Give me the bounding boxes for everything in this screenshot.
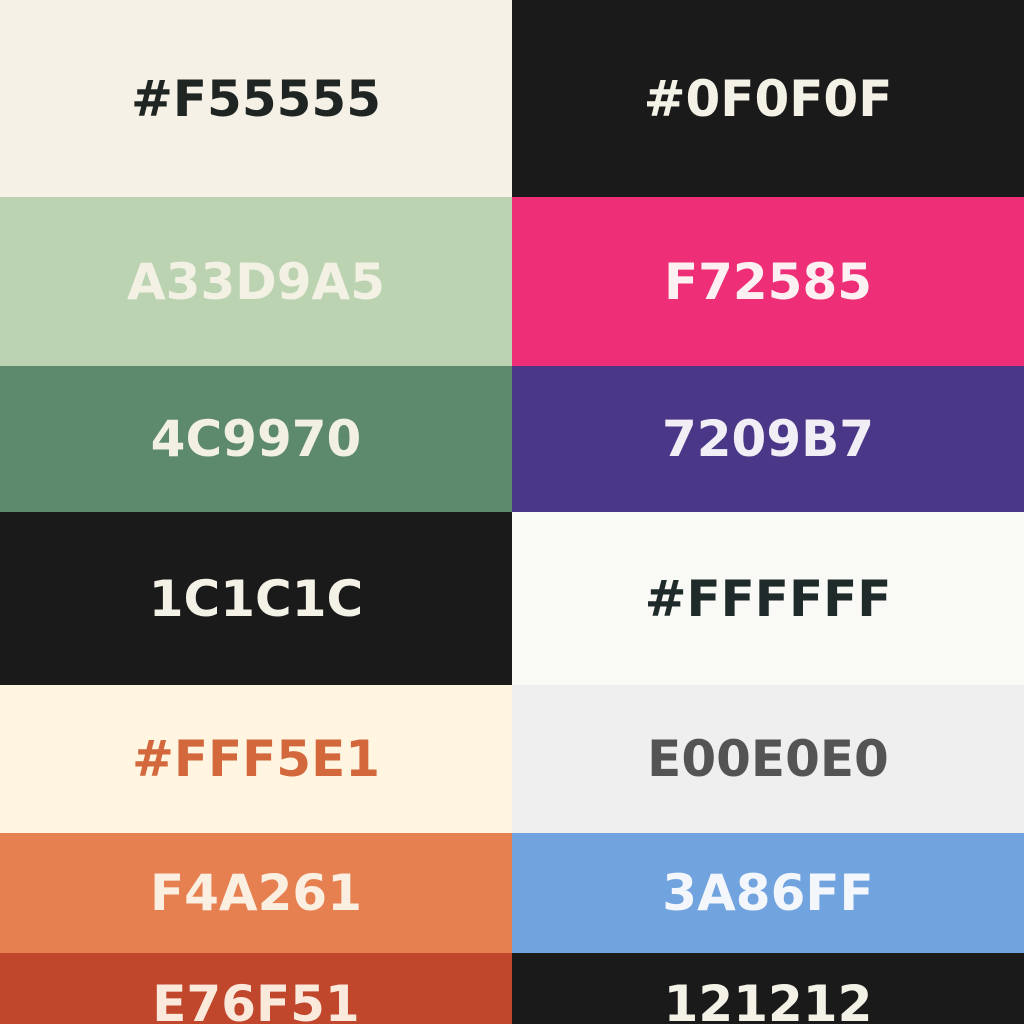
swatch-right-7: 121212 <box>512 953 1024 1024</box>
swatch-left-1: #F55555 <box>0 0 512 197</box>
swatch-left-7: E76F51 <box>0 953 512 1024</box>
swatch-hex-label: 121212 <box>663 975 873 1024</box>
swatch-hex-label: F4A261 <box>149 864 362 922</box>
swatch-right-6: 3A86FF <box>512 833 1024 953</box>
swatch-hex-label: #F55555 <box>131 69 381 128</box>
swatch-hex-label: 3A86FF <box>662 864 874 922</box>
swatch-hex-label: 1C1C1C <box>148 569 364 628</box>
swatch-hex-label: E00E0E0 <box>647 730 889 788</box>
color-palette: #F55555 A33D9A5 4C9970 1C1C1C #FFF5E1 F4… <box>0 0 1024 1024</box>
swatch-left-6: F4A261 <box>0 833 512 953</box>
swatch-hex-label: #0F0F0F <box>643 69 893 128</box>
swatch-left-2: A33D9A5 <box>0 197 512 366</box>
swatch-right-1: #0F0F0F <box>512 0 1024 197</box>
swatch-right-3: 7209B7 <box>512 366 1024 512</box>
swatch-hex-label: #FFF5E1 <box>131 730 381 788</box>
swatch-left-3: 4C9970 <box>0 366 512 512</box>
swatch-right-4: #FFFFFF <box>512 512 1024 685</box>
palette-column-right: #0F0F0F F72585 7209B7 #FFFFFF E00E0E0 3A… <box>512 0 1024 1024</box>
swatch-right-5: E00E0E0 <box>512 685 1024 833</box>
swatch-left-5: #FFF5E1 <box>0 685 512 833</box>
swatch-hex-label: F72585 <box>663 252 873 311</box>
swatch-hex-label: A33D9A5 <box>126 252 386 311</box>
swatch-hex-label: E76F51 <box>152 975 360 1024</box>
palette-column-left: #F55555 A33D9A5 4C9970 1C1C1C #FFF5E1 F4… <box>0 0 512 1024</box>
swatch-left-4: 1C1C1C <box>0 512 512 685</box>
swatch-hex-label: #FFFFFF <box>644 569 892 628</box>
swatch-hex-label: 7209B7 <box>661 410 875 468</box>
swatch-right-2: F72585 <box>512 197 1024 366</box>
swatch-hex-label: 4C9970 <box>150 410 362 468</box>
